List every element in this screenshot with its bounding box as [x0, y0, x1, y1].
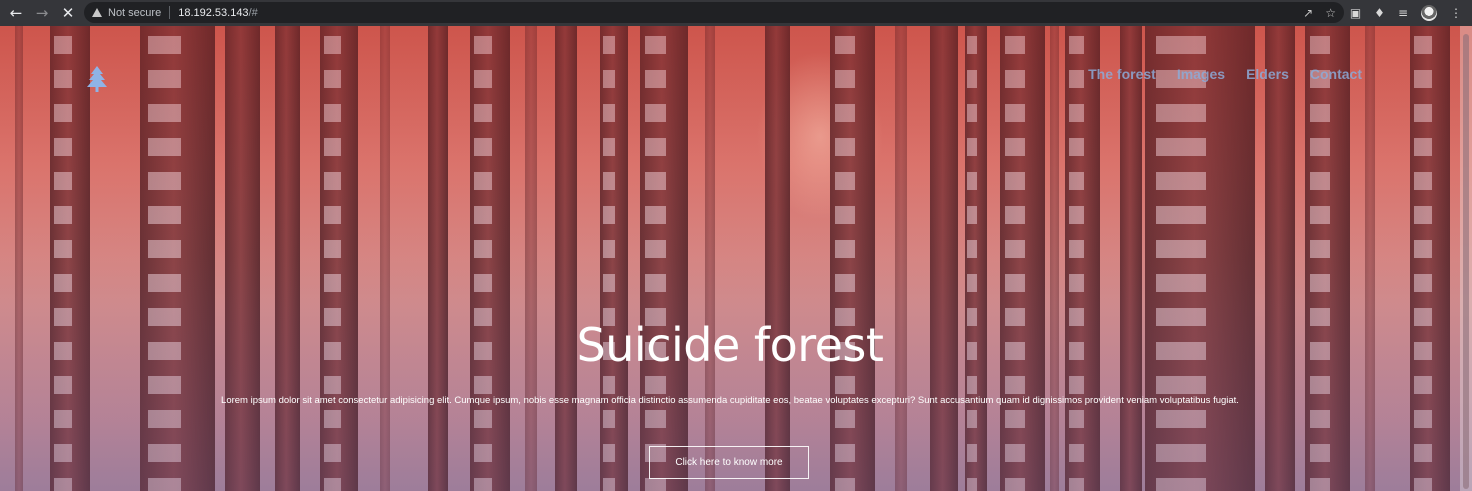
avatar-icon[interactable] — [1421, 5, 1437, 21]
tree-icon[interactable] — [87, 66, 107, 92]
star-icon[interactable]: ☆ — [1325, 6, 1336, 20]
puzzle-icon[interactable]: ♦ — [1374, 6, 1385, 20]
toolbar-actions: ▣ ♦ ≡ ⋮ — [1350, 0, 1462, 26]
url-host[interactable]: 18.192.53.143 — [178, 7, 248, 19]
hero-title: Suicide forest — [576, 318, 884, 372]
arrow-left-icon[interactable]: ← — [5, 2, 27, 24]
know-more-button[interactable]: Click here to know more — [649, 446, 809, 479]
scrollbar-thumb[interactable] — [1463, 34, 1469, 489]
close-icon[interactable]: ✕ — [57, 2, 79, 24]
address-bar[interactable]: Not secure 18.192.53.143/# ↗ ☆ — [84, 2, 1344, 23]
hero-overlay — [0, 26, 1472, 491]
reading-list-icon[interactable]: ≡ — [1398, 6, 1408, 20]
page-scrollbar[interactable] — [1460, 26, 1472, 491]
browser-toolbar: ← → ✕ Not secure 18.192.53.143/# ↗ ☆ ▣ ♦… — [0, 0, 1472, 26]
nav-link-elders[interactable]: Elders — [1246, 66, 1289, 82]
security-label[interactable]: Not secure — [108, 7, 161, 19]
omnibox-divider — [169, 6, 171, 19]
omnibox-actions: ↗ ☆ — [1303, 2, 1336, 23]
arrow-right-icon[interactable]: → — [31, 2, 53, 24]
hero-description: Lorem ipsum dolor sit amet consectetur a… — [221, 395, 1239, 406]
kebab-menu-icon[interactable]: ⋮ — [1450, 6, 1462, 20]
cast-icon[interactable]: ▣ — [1350, 6, 1361, 20]
url-path[interactable]: /# — [249, 7, 258, 19]
nav-link-contact[interactable]: Contact — [1310, 66, 1362, 82]
share-icon[interactable]: ↗ — [1303, 6, 1313, 20]
main-nav: The forest Images Elders Contact — [1088, 66, 1362, 82]
warning-icon[interactable] — [92, 8, 102, 17]
nav-link-the-forest[interactable]: The forest — [1088, 66, 1156, 82]
page-viewport: The forest Images Elders Contact Suicide… — [0, 26, 1472, 491]
nav-link-images[interactable]: Images — [1177, 66, 1225, 82]
